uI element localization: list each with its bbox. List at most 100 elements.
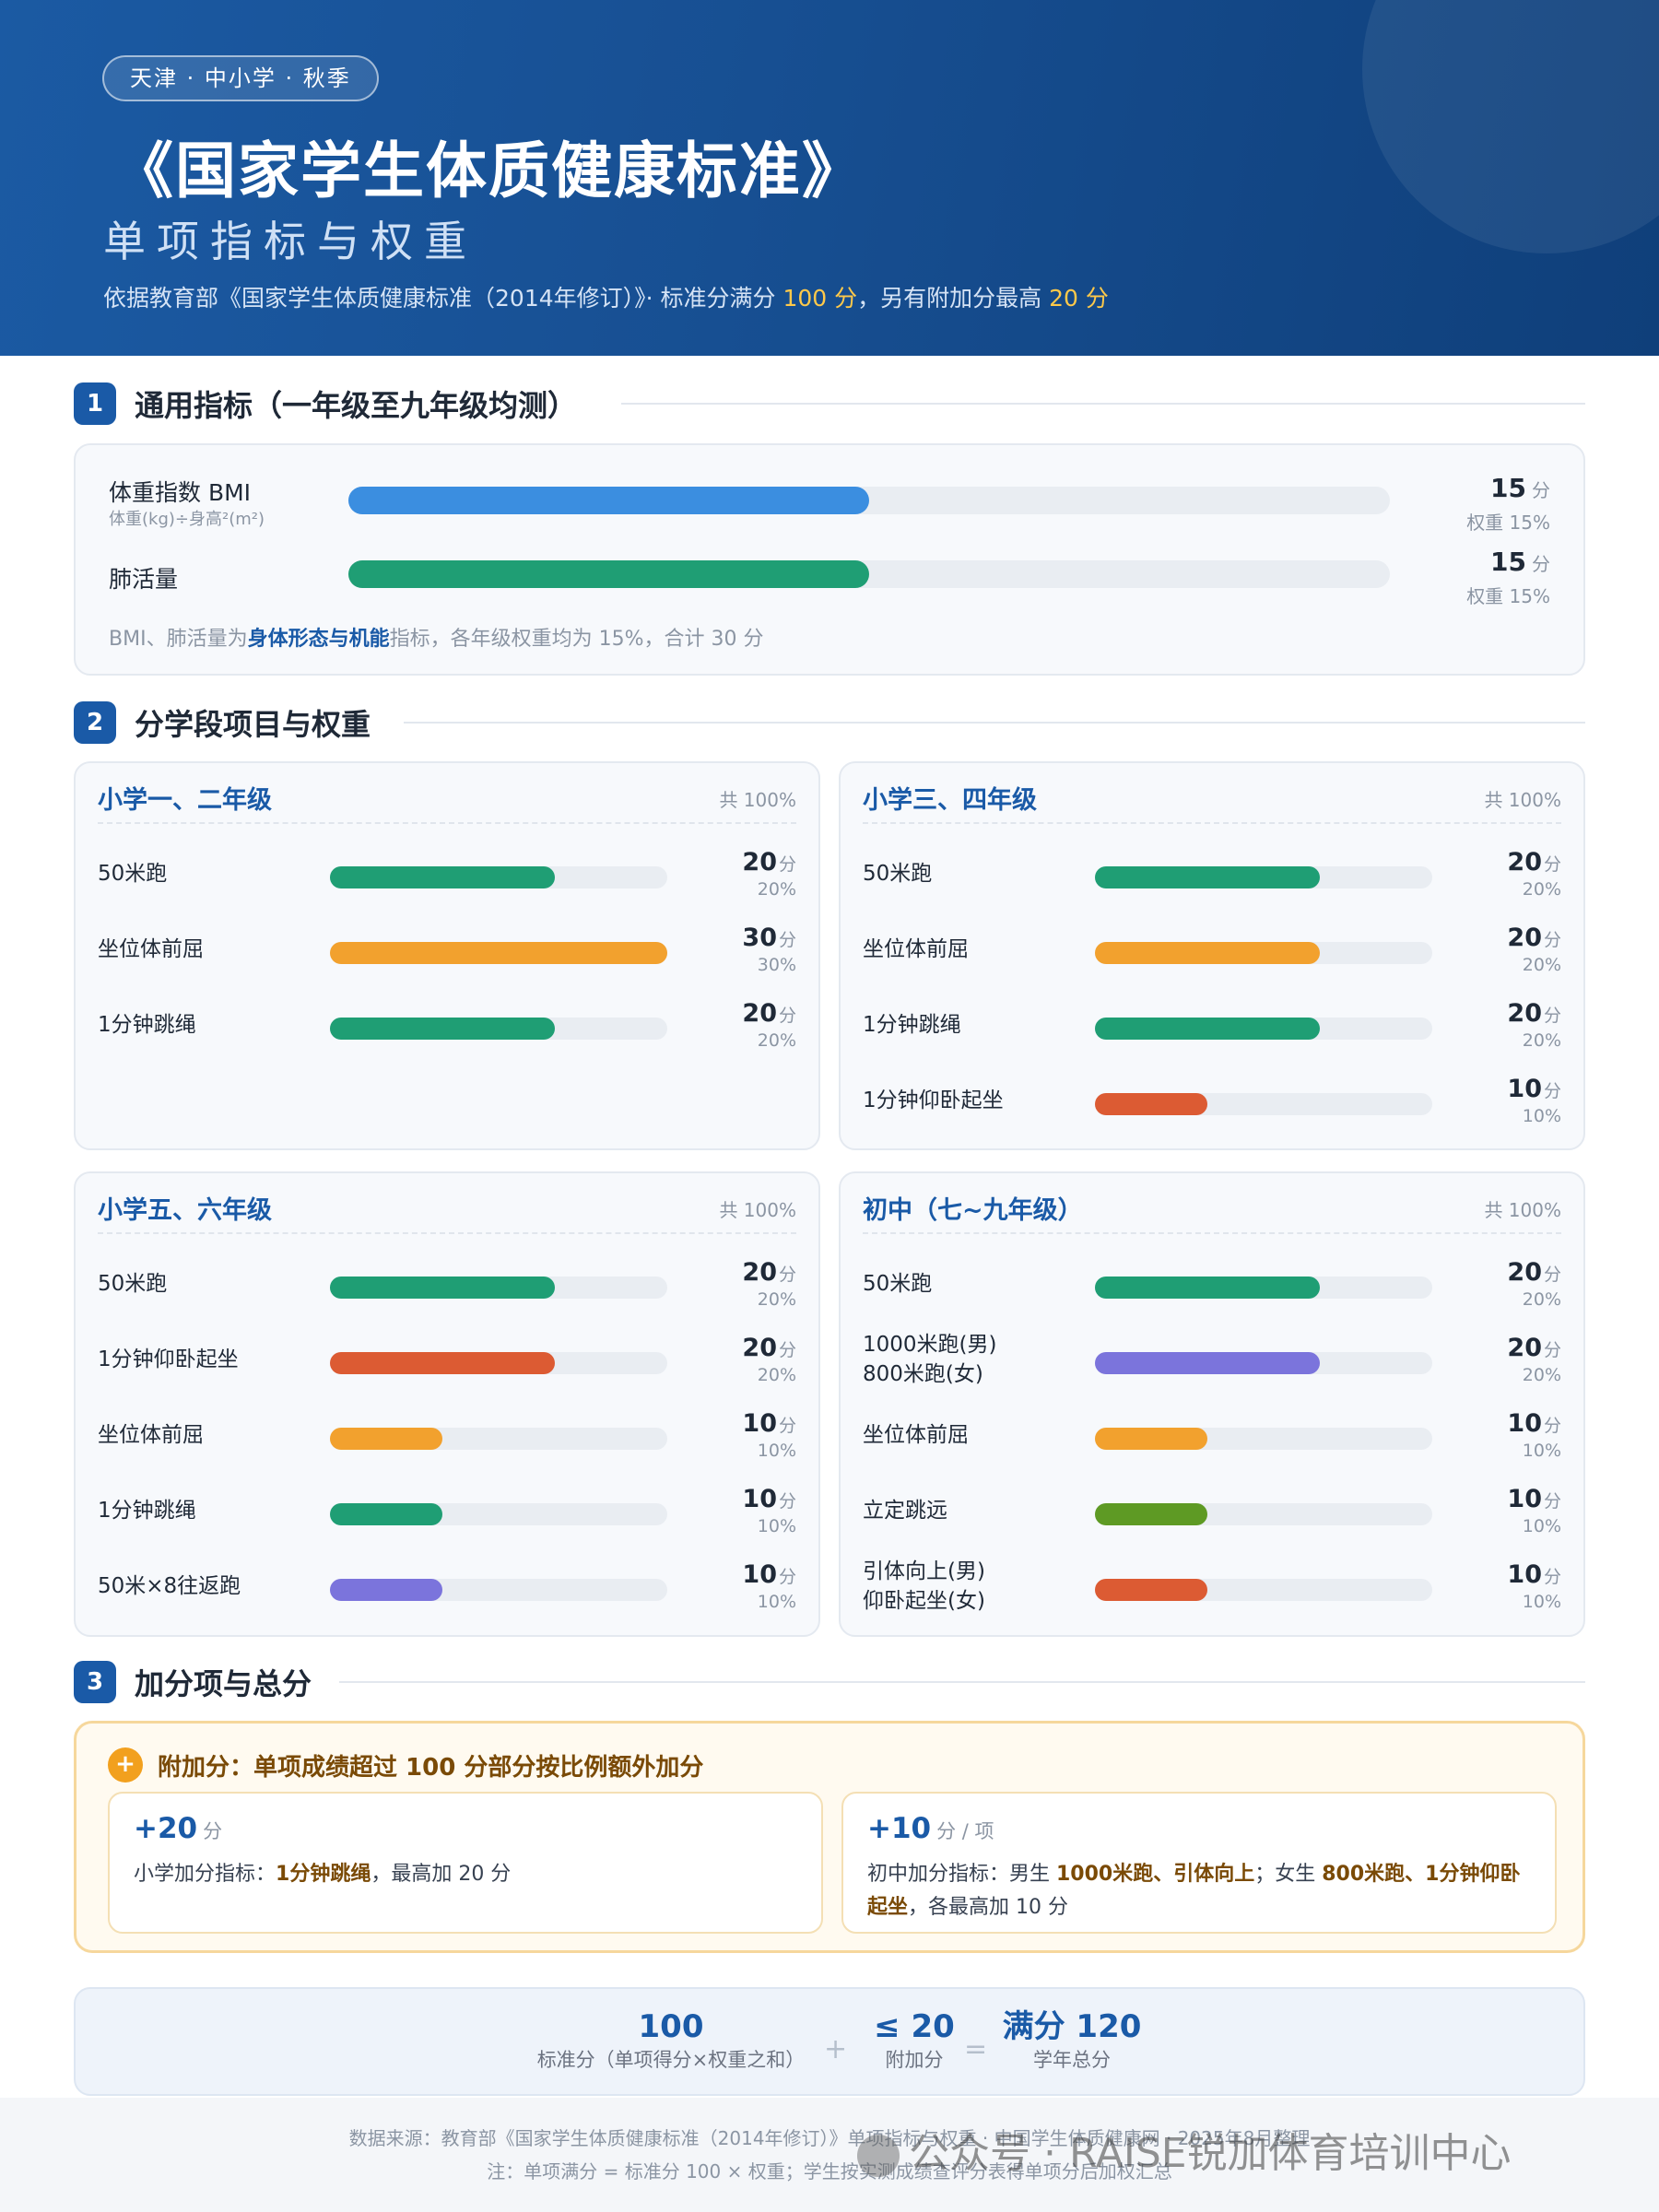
bonus-card: + 附加分：单项成绩超过 100 分部分按比例额外加分 +20 分 小学加分指标：… bbox=[74, 1721, 1585, 1953]
vital-capacity-bar-track bbox=[348, 560, 1390, 588]
indicator-name: 1000米跑(男) bbox=[863, 1333, 997, 1357]
indicator-weight: 10% bbox=[757, 1592, 796, 1612]
indicator-bar-track bbox=[1095, 1277, 1432, 1299]
indicator-name: 50米跑 bbox=[863, 862, 933, 886]
score-unit: 分 bbox=[778, 930, 796, 950]
score-value: 15 bbox=[1490, 473, 1526, 503]
indicator-score: 20 分 bbox=[742, 1258, 796, 1287]
indicator-bar-track bbox=[330, 1277, 667, 1299]
grade-card-junior-high: 初中（七~九年级） 共 100% 50米跑 20 分 20% 1000米跑(男) 800米… bbox=[839, 1171, 1585, 1637]
bmi-bar-track bbox=[348, 487, 1390, 514]
score-unit: 分 bbox=[1543, 1416, 1561, 1436]
bonus-score: ≤ 20 附加分 bbox=[857, 2007, 971, 2074]
standard-score-caption: 标准分（单项得分×权重之和） bbox=[536, 2049, 806, 2071]
bonus-text-mid: ；女生 bbox=[1254, 1863, 1323, 1886]
score-unit: 分 bbox=[1543, 1340, 1561, 1360]
indicator-weight: 30% bbox=[757, 955, 796, 975]
section-divider bbox=[621, 403, 1585, 405]
section-title: 分学段项目与权重 bbox=[135, 707, 371, 742]
indicator-score: 10 分 bbox=[1507, 1075, 1561, 1103]
indicator-name: 坐位体前屈 bbox=[98, 937, 204, 961]
score-value: 10 bbox=[1507, 1485, 1542, 1513]
indicator-score: 20 分 bbox=[742, 1334, 796, 1362]
indicator-row: 坐位体前屈 10 分 10% bbox=[841, 1407, 1583, 1463]
grade-total: 共 100% bbox=[1484, 1199, 1561, 1221]
indicator-bar-track bbox=[1095, 1093, 1432, 1115]
vital-capacity-label: 肺活量 bbox=[109, 566, 179, 593]
indicator-row: 50米跑 20 分 20% bbox=[76, 1256, 818, 1312]
indicator-score: 30 分 bbox=[742, 924, 796, 952]
indicator-weight: 10% bbox=[1522, 1106, 1561, 1126]
indicator-weight: 10% bbox=[1522, 1516, 1561, 1536]
equals-operator: = bbox=[964, 2033, 988, 2065]
page-title: 《国家学生体质健康标准》 bbox=[112, 135, 865, 206]
indicator-score: 10 分 bbox=[1507, 1560, 1561, 1589]
note-text: BMI、肺活量为 bbox=[109, 628, 248, 651]
score-unit: 分 bbox=[778, 854, 796, 875]
indicator-name: 立定跳远 bbox=[863, 1499, 947, 1523]
bmi-bar-fill bbox=[348, 487, 869, 514]
indicator-weight: 20% bbox=[1522, 1030, 1561, 1051]
indicator-score: 20 分 bbox=[1507, 924, 1561, 952]
watermark: 公众号 · RAISE锐加体育培训中心 bbox=[857, 2120, 1512, 2179]
bonus-item-male: 1000米跑、引体向上 bbox=[1056, 1863, 1255, 1886]
total-score-formula: 100 标准分（单项得分×权重之和） + ≤ 20 附加分 = 满分 120 学… bbox=[74, 1987, 1585, 2096]
middle-bonus-value: +10 分 / 项 bbox=[867, 1812, 994, 1845]
grade-card-3-4: 小学三、四年级 共 100% 50米跑 20 分 20% 坐位体前屈 20 分 20% 1分钟跳… bbox=[839, 761, 1585, 1150]
indicator-name: 50米跑 bbox=[98, 1272, 168, 1296]
vital-capacity-score: 15 分 bbox=[1490, 547, 1550, 577]
score-value: 10 bbox=[742, 1409, 777, 1438]
bonus-unit: 分 bbox=[203, 1820, 223, 1842]
indicator-label: 50米×8往返跑 bbox=[98, 1571, 241, 1601]
indicator-label: 1分钟跳绳 bbox=[863, 1010, 961, 1040]
score-unit: 分 bbox=[778, 1491, 796, 1512]
indicator-row: 立定跳远 10 分 10% bbox=[841, 1483, 1583, 1538]
bonus-item: 1分钟跳绳 bbox=[276, 1863, 371, 1886]
grade-title: 小学五、六年级 bbox=[98, 1196, 272, 1225]
card-divider bbox=[98, 822, 796, 824]
indicator-bar-fill bbox=[1095, 1093, 1207, 1115]
total-score: 满分 120 学年总分 bbox=[995, 2007, 1148, 2074]
indicator-score: 20 分 bbox=[1507, 1334, 1561, 1362]
indicator-bar-track bbox=[1095, 1352, 1432, 1374]
grade-total: 共 100% bbox=[719, 789, 796, 811]
indicator-score: 10 分 bbox=[742, 1560, 796, 1589]
indicator-score: 10 分 bbox=[742, 1409, 796, 1438]
indicator-row: 1分钟仰卧起坐 10 分 10% bbox=[841, 1073, 1583, 1128]
section-3-header: 3 加分项与总分 bbox=[74, 1660, 312, 1704]
region-tag: 天津 · 中小学 · 秋季 bbox=[102, 55, 379, 101]
indicator-label: 引体向上(男) 仰卧起坐(女) bbox=[863, 1557, 985, 1616]
score-unit: 分 bbox=[1543, 1081, 1561, 1101]
wechat-logo-icon bbox=[857, 2135, 900, 2177]
card-divider bbox=[98, 1232, 796, 1234]
bonus-text-post: ，最高加 20 分 bbox=[371, 1863, 512, 1886]
indicator-bar-fill bbox=[330, 1277, 556, 1299]
section-1-header: 1 通用指标（一年级至九年级均测） bbox=[74, 382, 577, 426]
indicator-weight: 10% bbox=[757, 1516, 796, 1536]
indicator-label: 1分钟跳绳 bbox=[98, 1496, 196, 1525]
total-score-caption: 学年总分 bbox=[1033, 2049, 1111, 2071]
section-number: 2 bbox=[74, 701, 116, 744]
indicator-name: 50米跑 bbox=[863, 1272, 933, 1296]
bonus-score-caption: 附加分 bbox=[885, 2049, 944, 2071]
indicator-bar-track bbox=[1095, 1018, 1432, 1040]
score-unit: 分 bbox=[778, 1006, 796, 1026]
score-unit: 分 bbox=[778, 1340, 796, 1360]
score-unit: 分 bbox=[1543, 1567, 1561, 1587]
indicator-bar-fill bbox=[1095, 1018, 1321, 1040]
primary-bonus-box: +20 分 小学加分指标：1分钟跳绳，最高加 20 分 bbox=[108, 1792, 823, 1934]
indicator-bar-fill bbox=[1095, 1352, 1321, 1374]
note-highlight: 身体形态与机能 bbox=[247, 628, 390, 651]
indicator-weight: 20% bbox=[757, 1289, 796, 1310]
score-unit: 分 bbox=[1543, 854, 1561, 875]
plus-icon: + bbox=[108, 1747, 143, 1783]
page-subtitle: 单项指标与权重 bbox=[103, 217, 477, 266]
score-value: 30 bbox=[742, 924, 777, 952]
indicator-row: 50米跑 20 分 20% bbox=[76, 846, 818, 901]
indicator-bar-track bbox=[1095, 1579, 1432, 1601]
indicator-bar-track bbox=[1095, 1503, 1432, 1525]
score-unit: 分 bbox=[1543, 930, 1561, 950]
indicator-row: 1分钟跳绳 10 分 10% bbox=[76, 1483, 818, 1538]
score-unit: 分 bbox=[778, 1567, 796, 1587]
header-banner: 天津 · 中小学 · 秋季 《国家学生体质健康标准》 单项指标与权重 依据教育部… bbox=[0, 0, 1659, 356]
